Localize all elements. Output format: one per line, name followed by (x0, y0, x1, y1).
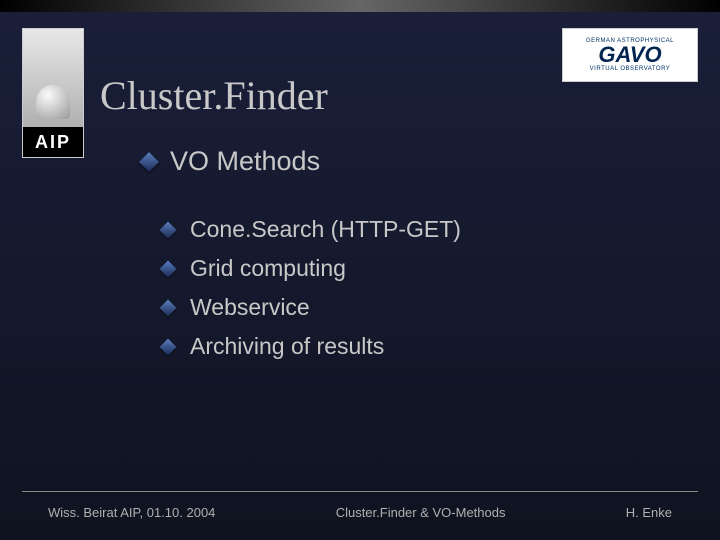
section-heading: VO Methods (170, 146, 320, 177)
methods-list: Cone.Search (HTTP-GET) Grid computing We… (162, 216, 461, 360)
list-item-text: Archiving of results (190, 333, 384, 360)
telescope-dome-icon (23, 29, 83, 127)
footer-left: Wiss. Beirat AIP, 01.10. 2004 (48, 505, 215, 520)
footer: Wiss. Beirat AIP, 01.10. 2004 Cluster.Fi… (0, 505, 720, 520)
list-item-text: Grid computing (190, 255, 346, 282)
diamond-bullet-icon (160, 338, 177, 355)
list-item-text: Webservice (190, 294, 310, 321)
slide-title: Cluster.Finder (100, 72, 328, 119)
footer-right: H. Enke (626, 505, 672, 520)
section-heading-row: VO Methods (142, 146, 320, 177)
list-item: Webservice (162, 294, 461, 321)
aip-logo: AIP (22, 28, 84, 158)
list-item: Archiving of results (162, 333, 461, 360)
gavo-logo-bot: VIRTUAL OBSERVATORY (590, 66, 671, 72)
gavo-logo: GERMAN ASTROPHYSICAL GAVO VIRTUAL OBSERV… (562, 28, 698, 82)
diamond-bullet-icon (160, 221, 177, 238)
list-item-text: Cone.Search (HTTP-GET) (190, 216, 461, 243)
diamond-bullet-icon (139, 152, 159, 172)
gavo-logo-mid: GAVO (598, 44, 661, 66)
footer-divider (22, 491, 698, 492)
aip-logo-text: AIP (23, 127, 83, 157)
list-item: Cone.Search (HTTP-GET) (162, 216, 461, 243)
diamond-bullet-icon (160, 299, 177, 316)
list-item: Grid computing (162, 255, 461, 282)
top-gradient-bar (0, 0, 720, 12)
diamond-bullet-icon (160, 260, 177, 277)
footer-center: Cluster.Finder & VO-Methods (336, 505, 506, 520)
